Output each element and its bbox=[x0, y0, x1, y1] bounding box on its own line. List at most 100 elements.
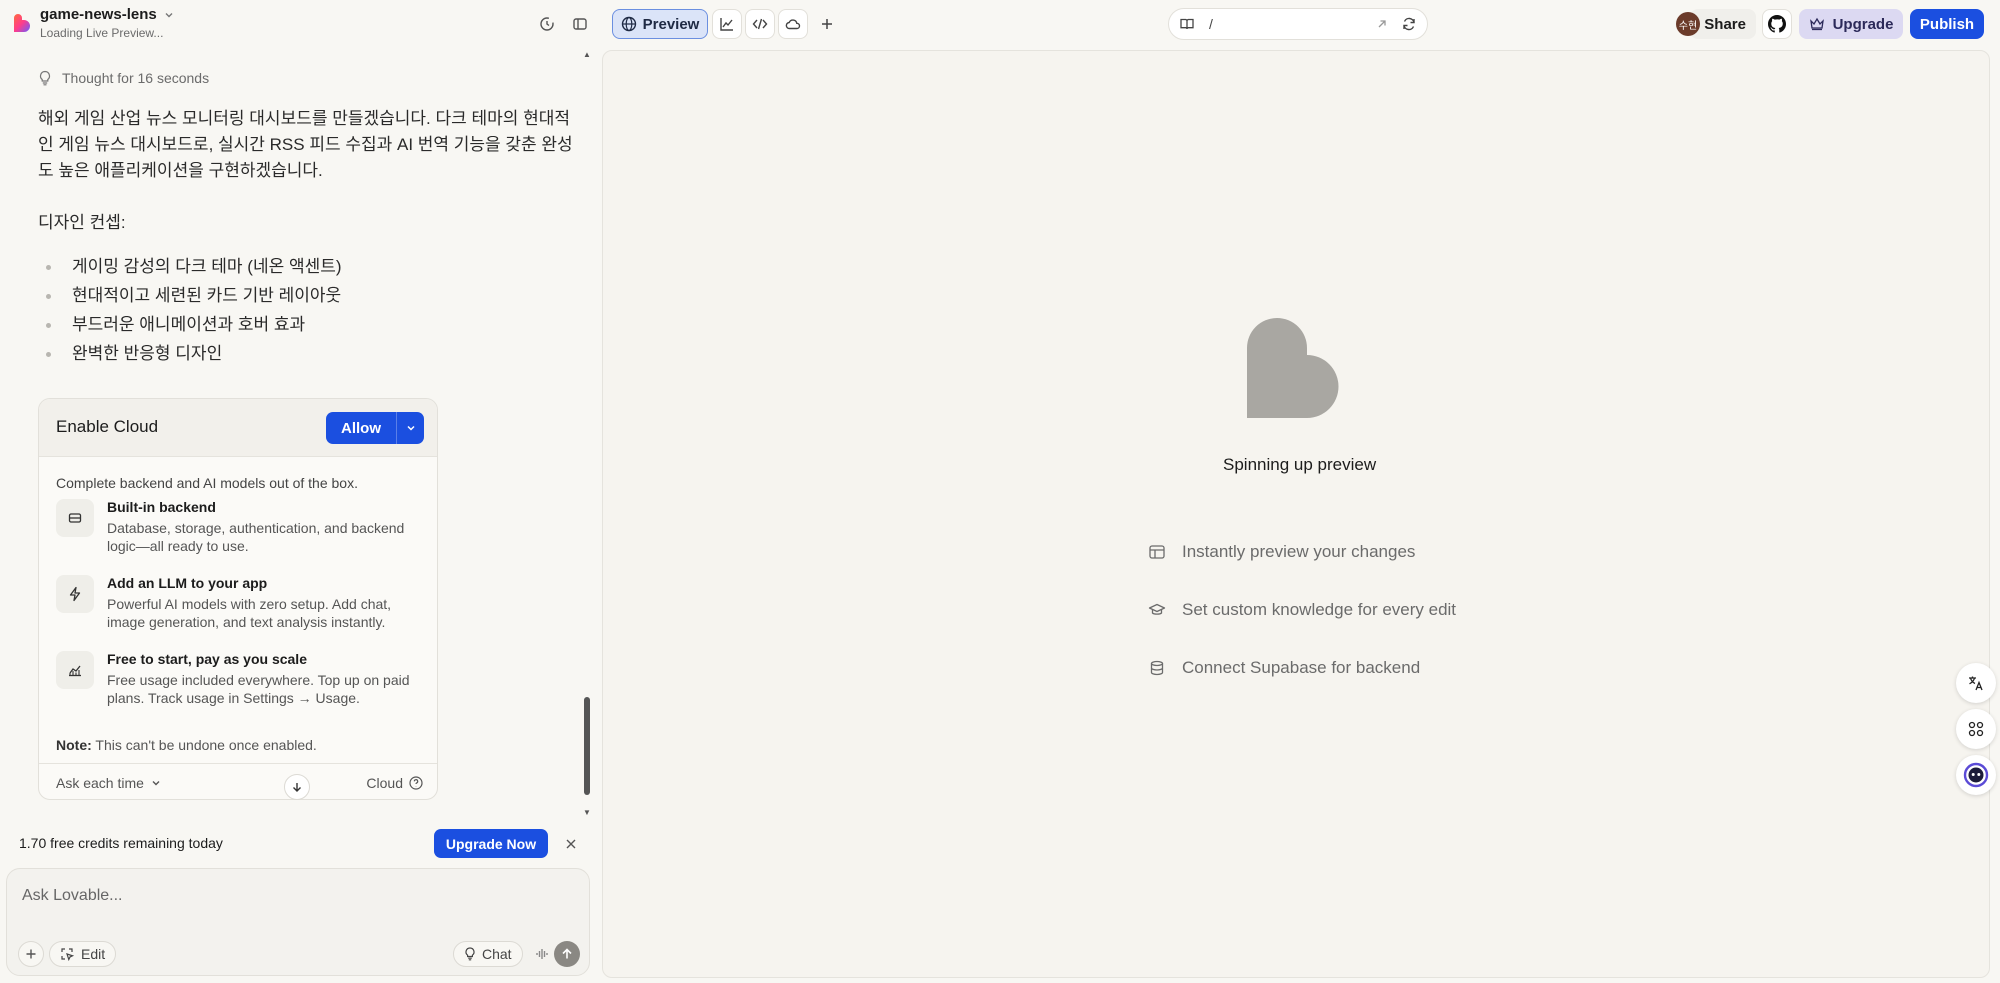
github-button[interactable] bbox=[1762, 9, 1792, 39]
tip-label: Connect Supabase for backend bbox=[1182, 658, 1421, 677]
chat-label: Chat bbox=[482, 946, 512, 962]
assistant-message-intro: 해외 게임 산업 뉴스 모니터링 대시보드를 만들겠습니다. 다크 테마의 현대… bbox=[38, 109, 573, 180]
tip-label: Instantly preview your changes bbox=[1182, 542, 1416, 561]
chat-composer: Edit Chat bbox=[6, 868, 590, 976]
command-icon bbox=[1968, 721, 1984, 737]
send-button[interactable] bbox=[554, 941, 580, 967]
publish-label: Publish bbox=[1919, 15, 1975, 33]
chat-panel: Thought for 16 seconds 해외 게임 산업 뉴스 모니터링 … bbox=[0, 48, 596, 818]
lightbulb-icon bbox=[39, 70, 51, 86]
allow-options-chevron-icon[interactable] bbox=[397, 422, 424, 434]
url-bar[interactable]: / bbox=[1168, 8, 1428, 40]
allow-label: Allow bbox=[341, 419, 381, 437]
cloud-button[interactable] bbox=[778, 9, 808, 39]
cloud-note: Note: This can't be undone once enabled. bbox=[56, 737, 317, 753]
apps-button[interactable] bbox=[1956, 709, 1996, 749]
layout-icon bbox=[1149, 545, 1165, 559]
ask-each-time-label: Ask each time bbox=[56, 775, 144, 791]
preview-button[interactable]: Preview bbox=[612, 9, 708, 39]
thought-label: Thought for 16 seconds bbox=[62, 70, 210, 86]
design-concept-heading: 디자인 컨셉: bbox=[38, 213, 126, 232]
visual-edit-icon bbox=[61, 948, 74, 961]
tip-label: Set custom knowledge for every edit bbox=[1182, 600, 1457, 619]
arrow-up-icon bbox=[562, 948, 572, 959]
cloud-card-description: Complete backend and AI models out of th… bbox=[56, 475, 358, 491]
globe-icon bbox=[621, 16, 636, 32]
feature-text: Database, storage, authentication, and b… bbox=[107, 520, 405, 554]
edit-mode-button[interactable]: Edit bbox=[49, 941, 117, 967]
cloud-info-link[interactable]: Cloud bbox=[366, 775, 423, 791]
project-name-dropdown[interactable]: game-news-lens bbox=[40, 6, 175, 23]
code-icon bbox=[752, 18, 768, 30]
tip-custom-knowledge: Set custom knowledge for every edit bbox=[1148, 600, 1456, 620]
feature-text: Powerful AI models with zero setup. Add … bbox=[107, 596, 392, 630]
credits-text: 1.70 free credits remaining today bbox=[19, 835, 223, 851]
chart-line-icon bbox=[720, 18, 733, 31]
avatar[interactable]: 수현 bbox=[1676, 12, 1700, 36]
plus-icon bbox=[26, 949, 36, 959]
lovable-logo-icon[interactable] bbox=[12, 14, 32, 34]
arrow-down-icon bbox=[293, 783, 301, 792]
help-circle-icon bbox=[409, 776, 423, 790]
open-external-icon[interactable] bbox=[1375, 17, 1389, 31]
list-item: 완벽한 반응형 디자인 bbox=[44, 339, 342, 368]
database-card-icon bbox=[56, 499, 94, 537]
bot-face-icon bbox=[1963, 762, 1989, 788]
cloud-icon bbox=[785, 19, 801, 30]
list-item: 부드러운 애니메이션과 호버 효과 bbox=[44, 310, 342, 339]
refresh-icon[interactable] bbox=[1401, 16, 1417, 32]
scroll-down-arrow-icon[interactable]: ▼ bbox=[582, 808, 592, 818]
upgrade-button[interactable]: Upgrade bbox=[1799, 9, 1903, 39]
lovable-heart-icon bbox=[1247, 318, 1339, 418]
chat-mode-button[interactable]: Chat bbox=[453, 941, 523, 967]
scroll-up-arrow-icon[interactable]: ▲ bbox=[582, 50, 592, 60]
add-tab-icon[interactable] bbox=[813, 10, 841, 38]
scrollbar-thumb[interactable] bbox=[584, 697, 590, 795]
thought-indicator[interactable]: Thought for 16 seconds bbox=[38, 70, 209, 86]
database-icon bbox=[1150, 660, 1164, 676]
top-bar: game-news-lens Loading Live Preview... P… bbox=[0, 0, 2000, 48]
allow-button[interactable]: Allow bbox=[326, 412, 424, 444]
design-concept-list: 게이밍 감성의 다크 테마 (네온 액센트) 현대적이고 세련된 카드 기반 레… bbox=[44, 252, 342, 368]
project-name: game-news-lens bbox=[40, 6, 157, 23]
cloud-card-header: Enable Cloud Allow bbox=[39, 399, 437, 457]
close-icon[interactable] bbox=[562, 835, 580, 853]
tip-instant-preview: Instantly preview your changes bbox=[1148, 542, 1415, 562]
add-attachment-button[interactable] bbox=[18, 941, 44, 967]
note-text: This can't be undone once enabled. bbox=[91, 737, 317, 753]
feature-title: Free to start, pay as you scale bbox=[107, 651, 307, 667]
cloud-card-footer: Ask each time Cloud bbox=[39, 763, 437, 799]
sidebar-toggle-icon[interactable] bbox=[566, 10, 594, 38]
publish-button[interactable]: Publish bbox=[1910, 9, 1984, 39]
scroll-to-bottom-button[interactable] bbox=[284, 774, 310, 800]
share-label: Share bbox=[1704, 15, 1746, 33]
translate-icon bbox=[1969, 676, 1983, 691]
voice-input-icon[interactable] bbox=[531, 943, 553, 965]
feature-text: Free usage included everywhere. Top up o… bbox=[107, 672, 410, 706]
cloud-link-label: Cloud bbox=[366, 775, 403, 791]
github-icon bbox=[1768, 15, 1786, 33]
chevron-down-icon bbox=[165, 12, 173, 17]
tip-connect-supabase: Connect Supabase for backend bbox=[1148, 658, 1420, 678]
project-status: Loading Live Preview... bbox=[40, 26, 164, 40]
cloud-card-title: Enable Cloud bbox=[56, 417, 159, 436]
edit-label: Edit bbox=[81, 946, 106, 962]
code-button[interactable] bbox=[745, 9, 775, 39]
message-input[interactable] bbox=[22, 887, 562, 905]
history-icon[interactable] bbox=[533, 10, 561, 38]
assistant-bot-button[interactable] bbox=[1956, 755, 1996, 795]
book-icon bbox=[1180, 18, 1194, 30]
preview-panel bbox=[602, 50, 1990, 978]
upgrade-now-button[interactable]: Upgrade Now bbox=[434, 829, 548, 858]
chart-icon bbox=[56, 651, 94, 689]
analytics-button[interactable] bbox=[712, 9, 742, 39]
credits-banner: 1.70 free credits remaining today Upgrad… bbox=[6, 826, 590, 862]
enable-cloud-card: Enable Cloud Allow Complete backend and … bbox=[38, 398, 438, 800]
ask-each-time-dropdown[interactable]: Ask each time bbox=[56, 775, 162, 791]
graduation-cap-icon bbox=[1148, 603, 1166, 615]
chevron-down-icon bbox=[152, 781, 160, 786]
translate-button[interactable] bbox=[1956, 663, 1996, 703]
note-label: Note: bbox=[56, 737, 92, 753]
list-item: 현대적이고 세련된 카드 기반 레이아웃 bbox=[44, 281, 342, 310]
preview-status: Spinning up preview bbox=[1223, 455, 1377, 474]
